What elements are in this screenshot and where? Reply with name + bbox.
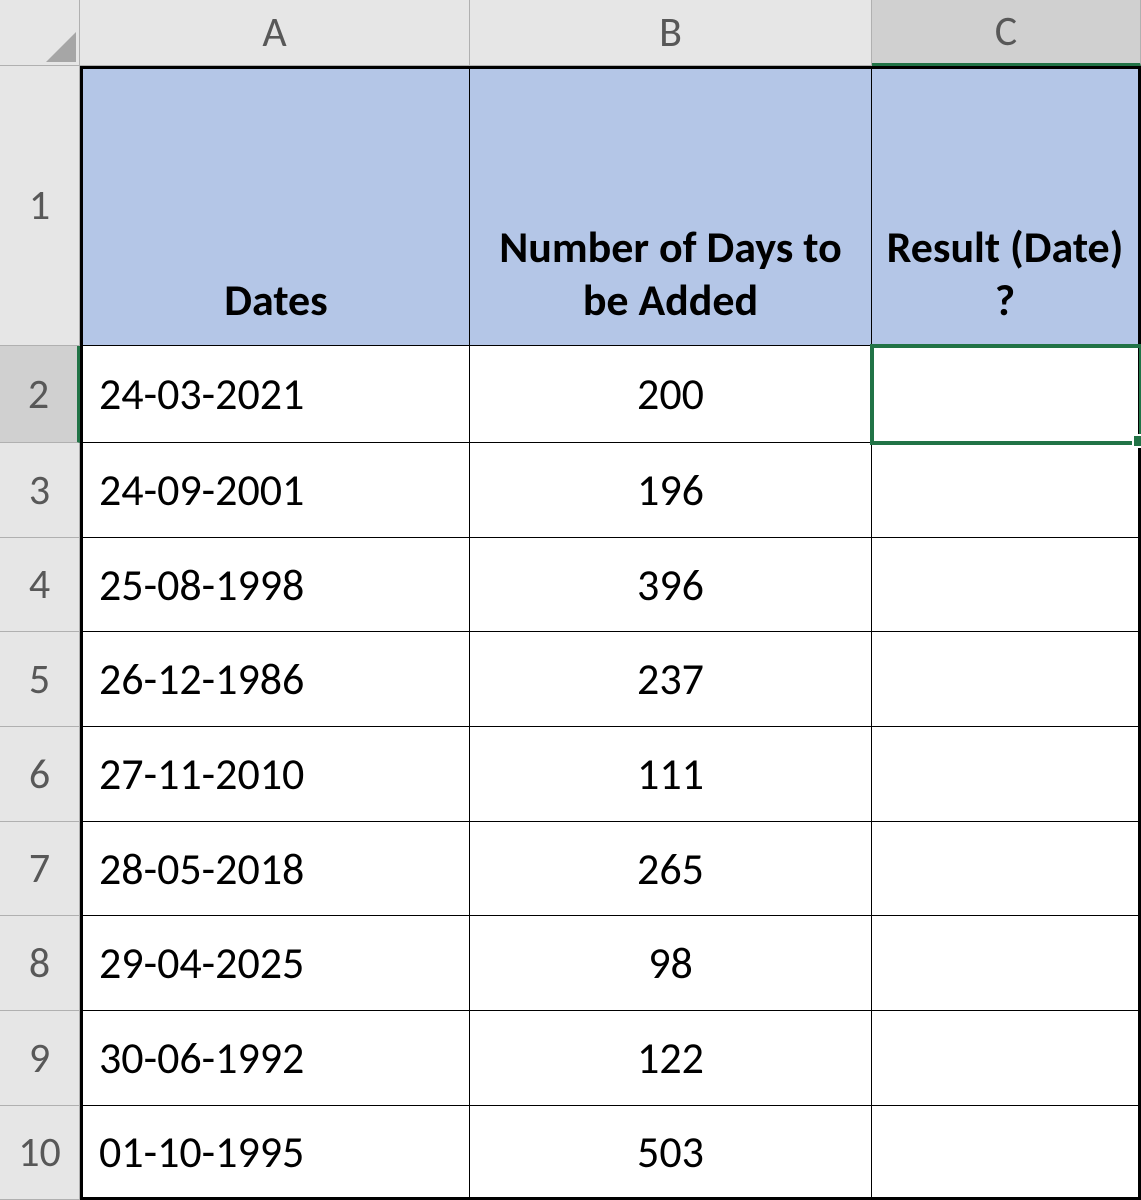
column-heading-B[interactable]: B xyxy=(470,0,872,66)
table-row: 24-03-2021 200 xyxy=(80,346,1141,443)
cell-A3[interactable]: 24-09-2001 xyxy=(80,443,470,538)
row-heading-10[interactable]: 10 xyxy=(0,1106,80,1200)
cell-C3[interactable] xyxy=(872,443,1141,538)
cell-A10[interactable]: 01-10-1995 xyxy=(80,1106,470,1200)
cell-C10[interactable] xyxy=(872,1106,1141,1200)
cell-A6[interactable]: 27-11-2010 xyxy=(80,727,470,822)
cell-C7[interactable] xyxy=(872,822,1141,916)
cell-C2[interactable] xyxy=(872,346,1141,443)
table-row: 24-09-2001 196 xyxy=(80,443,1141,538)
cell-A8[interactable]: 29-04-2025 xyxy=(80,916,470,1011)
table-header-row: Dates Number of Days to be Added Result … xyxy=(80,66,1141,346)
cell-B9[interactable]: 122 xyxy=(470,1011,872,1106)
cell-B7[interactable]: 265 xyxy=(470,822,872,916)
table-row: 25-08-1998 396 xyxy=(80,538,1141,632)
cell-B3[interactable]: 196 xyxy=(470,443,872,538)
column-heading-C[interactable]: C xyxy=(872,0,1141,66)
table-row: 26-12-1986 237 xyxy=(80,632,1141,727)
select-all-corner[interactable] xyxy=(0,0,80,66)
cell-A2[interactable]: 24-03-2021 xyxy=(80,346,470,443)
row-heading-5[interactable]: 5 xyxy=(0,632,80,727)
cell-C6[interactable] xyxy=(872,727,1141,822)
column-headings: A B C xyxy=(80,0,1141,66)
cell-A1[interactable]: Dates xyxy=(80,66,470,346)
table-row: 28-05-2018 265 xyxy=(80,822,1141,916)
cell-C8[interactable] xyxy=(872,916,1141,1011)
table-row: 01-10-1995 503 xyxy=(80,1106,1141,1200)
row-heading-9[interactable]: 9 xyxy=(0,1011,80,1106)
row-headings: 1 2 3 4 5 6 7 8 9 10 xyxy=(0,66,80,1200)
cell-B6[interactable]: 111 xyxy=(470,727,872,822)
cell-A9[interactable]: 30-06-1992 xyxy=(80,1011,470,1106)
cell-A4[interactable]: 25-08-1998 xyxy=(80,538,470,632)
table-row: 29-04-2025 98 xyxy=(80,916,1141,1011)
cell-B8[interactable]: 98 xyxy=(470,916,872,1011)
cell-A7[interactable]: 28-05-2018 xyxy=(80,822,470,916)
cell-B2[interactable]: 200 xyxy=(470,346,872,443)
row-heading-8[interactable]: 8 xyxy=(0,916,80,1011)
column-heading-A[interactable]: A xyxy=(80,0,470,66)
cell-A5[interactable]: 26-12-1986 xyxy=(80,632,470,727)
cell-grid: Dates Number of Days to be Added Result … xyxy=(80,66,1141,1200)
cell-B5[interactable]: 237 xyxy=(470,632,872,727)
spreadsheet: A B C 1 2 3 4 5 6 7 8 9 10 Dates Number … xyxy=(0,0,1141,1200)
cell-C1[interactable]: Result (Date) ? xyxy=(872,66,1141,346)
row-heading-4[interactable]: 4 xyxy=(0,538,80,632)
cell-B10[interactable]: 503 xyxy=(470,1106,872,1200)
cell-B4[interactable]: 396 xyxy=(470,538,872,632)
row-heading-1[interactable]: 1 xyxy=(0,66,80,346)
cell-B1[interactable]: Number of Days to be Added xyxy=(470,66,872,346)
row-heading-6[interactable]: 6 xyxy=(0,727,80,822)
row-heading-7[interactable]: 7 xyxy=(0,822,80,916)
row-heading-3[interactable]: 3 xyxy=(0,443,80,538)
cell-C9[interactable] xyxy=(872,1011,1141,1106)
row-heading-2[interactable]: 2 xyxy=(0,346,80,443)
table-row: 30-06-1992 122 xyxy=(80,1011,1141,1106)
cell-C4[interactable] xyxy=(872,538,1141,632)
table-row: 27-11-2010 111 xyxy=(80,727,1141,822)
cell-C5[interactable] xyxy=(872,632,1141,727)
